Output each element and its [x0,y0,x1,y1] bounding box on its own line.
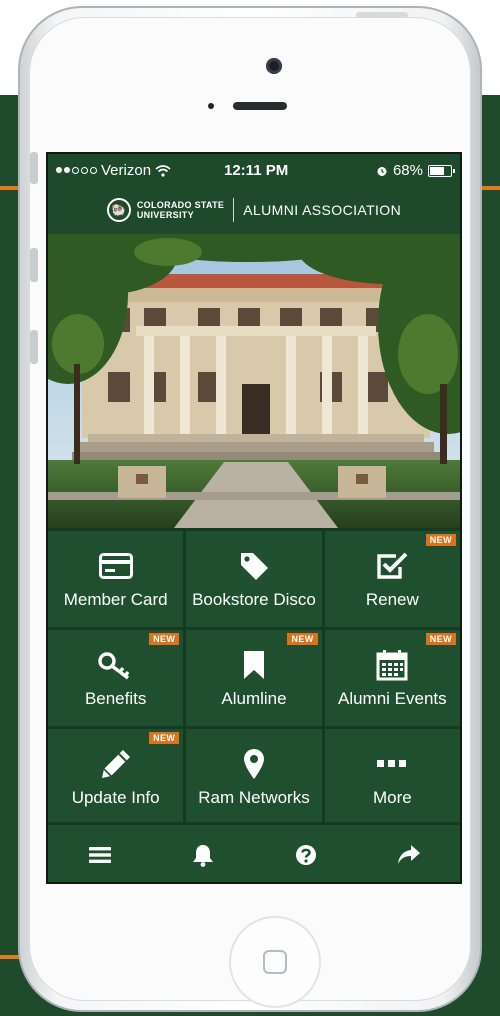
wifi-icon [155,164,171,177]
campus-building-photo [48,234,460,528]
feature-grid: Member Card Bookstore Disco NEW Renew NE… [48,528,460,825]
proximity-sensor [208,103,214,109]
more-dots-icon [377,746,407,782]
status-right: 68% [376,162,455,179]
new-badge: NEW [287,633,318,645]
header-divider [233,198,235,222]
earpiece-speaker [233,102,287,110]
status-left: Verizon [56,162,171,179]
volume-down-button [30,330,38,364]
home-button[interactable] [229,916,321,1008]
help-icon[interactable] [286,835,326,875]
app-title: ALUMNI ASSOCIATION [243,202,402,218]
signal-icon [56,167,97,174]
tile-label: Alumni Events [337,689,447,708]
tile-more[interactable]: More [324,729,460,825]
app-header: 🐏 COLORADO STATE UNIVERSITY ALUMNI ASSOC… [48,186,460,234]
tile-label: Benefits [84,689,147,708]
tile-alumni-events[interactable]: NEW Alumni Events [324,630,460,726]
status-bar: Verizon 12:11 PM 68% [48,154,460,186]
tile-ram-networks[interactable]: Ram Networks [186,729,322,825]
checkbox-icon [375,548,409,584]
alarm-icon [377,166,387,176]
bottom-toolbar [48,822,460,882]
key-icon [97,647,134,683]
battery-level [430,166,444,175]
calendar-icon [376,647,408,683]
share-icon[interactable] [389,835,429,875]
new-badge: NEW [149,633,180,645]
battery-icon [428,164,455,177]
mute-switch [30,152,38,184]
university-line-2: UNIVERSITY [136,210,194,220]
university-line-1: COLORADO STATE [136,200,225,210]
battery-percent: 68% [392,162,423,179]
home-button-icon [263,950,287,974]
bell-icon[interactable] [183,835,223,875]
carrier-name: Verizon [101,162,152,179]
app-screen: Verizon 12:11 PM 68% 🐏 COLORADO STATE UN… [46,152,462,884]
new-badge: NEW [425,534,456,546]
tile-label: More [372,788,412,807]
pencil-icon [100,746,132,782]
tile-update-info[interactable]: NEW Update Info [48,729,184,825]
front-camera [266,58,282,74]
tile-label: Renew [365,590,419,609]
tile-label: Bookstore Disco [192,590,316,609]
credit-card-icon [98,548,133,584]
tile-label: Ram Networks [198,788,310,807]
tile-bookstore-discount[interactable]: Bookstore Disco [186,531,322,627]
tile-renew[interactable]: NEW Renew [324,531,460,627]
map-pin-icon [242,746,266,782]
menu-icon[interactable] [80,835,120,875]
tile-member-card[interactable]: Member Card [48,531,184,627]
tile-label: Alumline [221,689,287,708]
volume-up-button [30,248,38,282]
new-badge: NEW [149,732,180,744]
tile-alumline[interactable]: NEW Alumline [186,630,322,726]
new-badge: NEW [425,633,456,645]
tile-label: Member Card [63,590,168,609]
university-name: COLORADO STATE UNIVERSITY [137,200,224,220]
tile-benefits[interactable]: NEW Benefits [48,630,184,726]
csu-ram-logo-icon: 🐏 [106,198,131,222]
status-time: 12:11 PM [224,162,289,179]
tag-icon [238,548,270,584]
power-button [356,12,408,18]
tile-label: Update Info [71,788,160,807]
bookmark-icon [242,647,266,683]
